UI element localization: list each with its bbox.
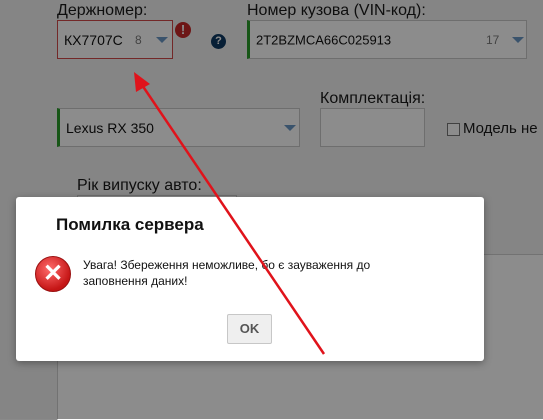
annotation-arrow: [134, 72, 326, 355]
annotation-arrow-head: [134, 72, 150, 92]
annotation-arrow-line: [138, 81, 326, 355]
